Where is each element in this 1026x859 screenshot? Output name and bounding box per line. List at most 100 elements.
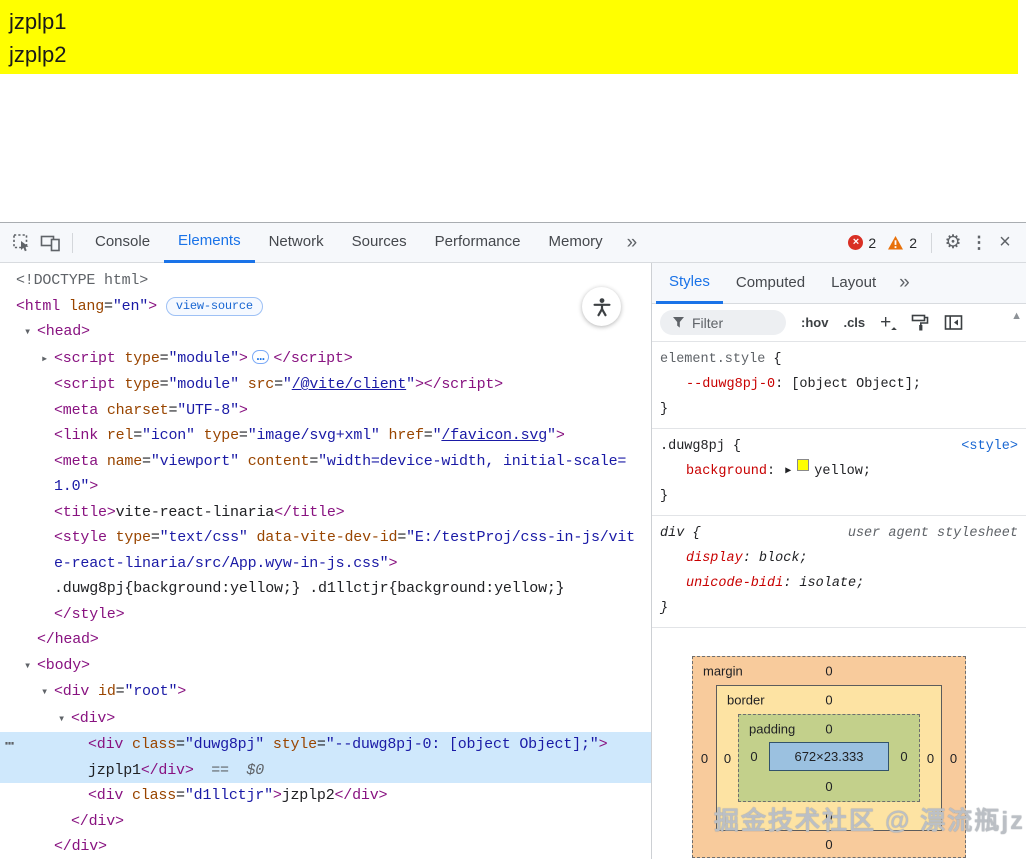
rule-selector[interactable]: .duwg8pj — [660, 434, 725, 459]
element-classes-toggle[interactable]: .cls — [843, 315, 865, 330]
more-options-icon[interactable]: ⋮ — [966, 230, 992, 256]
stylesheet-source-link[interactable]: <style> — [961, 434, 1018, 459]
code-line[interactable]: </div> — [0, 834, 651, 859]
devtools-window: Console Elements Network Sources Perform… — [0, 222, 1026, 859]
toggle-sidebar-icon[interactable] — [944, 314, 963, 331]
tab-elements[interactable]: Elements — [164, 223, 255, 263]
property-value[interactable]: : isolate; — [783, 571, 864, 596]
property-name[interactable]: background — [686, 459, 767, 484]
code-token: </script> — [273, 350, 352, 367]
settings-gear-icon[interactable]: ⚙ — [940, 230, 966, 256]
inline-expand-button[interactable]: … — [252, 350, 270, 364]
code-line[interactable]: <style type="text/css" data-vite-dev-id=… — [0, 525, 651, 551]
border-bottom-value[interactable]: 0 — [825, 809, 832, 824]
warning-icon[interactable] — [887, 235, 904, 251]
view-source-badge[interactable]: view-source — [166, 297, 263, 316]
padding-label: padding — [749, 721, 795, 736]
rule-selector[interactable]: element.style — [660, 347, 765, 372]
border-top-value[interactable]: 0 — [825, 693, 832, 708]
box-model-content[interactable]: 672×23.333 — [769, 742, 889, 771]
code-line[interactable]: <link rel="icon" type="image/svg+xml" hr… — [0, 423, 651, 449]
code-line[interactable]: ▾<head> — [0, 319, 651, 346]
code-line[interactable]: <!DOCTYPE html> — [0, 268, 651, 294]
expand-value-arrow-icon[interactable]: ▶ — [785, 459, 791, 484]
pseudo-state-toggle[interactable]: :hov — [801, 315, 828, 330]
color-swatch[interactable] — [797, 459, 809, 471]
property-name[interactable]: --duwg8pj-0 — [686, 372, 775, 397]
code-line[interactable]: <meta charset="UTF-8"> — [0, 398, 651, 424]
code-line[interactable]: </head> — [0, 627, 651, 653]
code-line[interactable]: ▾<div id="root"> — [0, 679, 651, 706]
padding-left-value[interactable]: 0 — [739, 749, 769, 764]
tab-styles[interactable]: Styles — [656, 263, 723, 304]
code-token: </div> — [54, 838, 107, 855]
code-line[interactable]: <div class="d1llctjr">jzplp2</div> — [0, 783, 651, 809]
styles-sidebar-tabs: Styles Computed Layout » — [652, 263, 1026, 304]
code-line[interactable]: </div> — [0, 809, 651, 835]
property-value[interactable]: : block; — [743, 546, 808, 571]
code-line[interactable]: ▾<div> — [0, 706, 651, 733]
code-line[interactable]: .duwg8pj{background:yellow;} .d1llctjr{b… — [0, 576, 651, 602]
property-value[interactable]: yellow; — [814, 459, 871, 484]
code-line[interactable]: jzplp1</div> == $0 — [0, 758, 651, 784]
rule-selector[interactable]: div — [660, 521, 684, 546]
margin-top-value[interactable]: 0 — [825, 664, 832, 679]
code-token: </div> — [141, 762, 194, 779]
code-line[interactable]: <html lang="en">view-source — [0, 294, 651, 320]
padding-top-value[interactable]: 0 — [825, 721, 832, 736]
code-line[interactable]: ▾<body> — [0, 653, 651, 680]
tab-network[interactable]: Network — [255, 223, 338, 263]
line-overflow-menu-icon[interactable]: ⋯ — [5, 732, 14, 758]
error-icon[interactable]: × — [848, 235, 863, 250]
twisty-collapsed-icon[interactable]: ▸ — [41, 347, 54, 373]
padding-right-value[interactable]: 0 — [889, 749, 919, 764]
styles-toolbar: Filter :hov .cls + — [652, 304, 1026, 342]
accessibility-floating-button[interactable] — [582, 287, 621, 326]
box-model-border[interactable]: border 0 0 padding 0 — [716, 685, 942, 831]
box-model-margin[interactable]: margin 0 0 border 0 0 — [692, 656, 966, 858]
property-name[interactable]: unicode-bidi — [686, 571, 783, 596]
tab-memory[interactable]: Memory — [535, 223, 617, 263]
margin-right-value[interactable]: 0 — [942, 751, 965, 766]
tab-computed[interactable]: Computed — [723, 263, 818, 304]
code-line[interactable]: ▸<script type="module">…</script> — [0, 346, 651, 373]
code-token: <div — [88, 787, 123, 804]
code-line[interactable]: <script type="module" src="/@vite/client… — [0, 372, 651, 398]
code-line[interactable]: </style> — [0, 602, 651, 628]
code-line[interactable]: <title>vite-react-linaria</title> — [0, 500, 651, 526]
tab-performance[interactable]: Performance — [421, 223, 535, 263]
scrollbar-up-icon[interactable]: ▲ — [1011, 310, 1022, 322]
twisty-expanded-icon[interactable]: ▾ — [41, 680, 54, 706]
new-style-rule-button[interactable]: + — [880, 312, 896, 334]
code-line[interactable]: e-react-linaria/src/App.wyw-in-js.css"> — [0, 551, 651, 577]
twisty-expanded-icon[interactable]: ▾ — [24, 654, 37, 680]
styles-filter-input[interactable]: Filter — [660, 310, 786, 335]
code-line[interactable]: 1.0"> — [0, 474, 651, 500]
padding-bottom-value[interactable]: 0 — [825, 779, 832, 794]
code-line[interactable]: <meta name="viewport" content="width=dev… — [0, 449, 651, 475]
error-count[interactable]: 2 — [868, 235, 876, 251]
code-token: class — [132, 736, 176, 753]
device-toolbar-icon[interactable] — [36, 229, 64, 257]
tab-layout[interactable]: Layout — [818, 263, 889, 304]
twisty-expanded-icon[interactable]: ▾ — [58, 707, 71, 733]
box-model-padding[interactable]: padding 0 0 672×23.333 0 0 — [738, 714, 920, 802]
more-tabs-icon[interactable]: » — [617, 232, 648, 254]
paint-format-icon[interactable] — [911, 314, 929, 331]
twisty-expanded-icon[interactable]: ▾ — [24, 320, 37, 346]
border-left-value[interactable]: 0 — [717, 751, 738, 766]
margin-bottom-value[interactable]: 0 — [825, 837, 832, 852]
inspect-element-icon[interactable] — [8, 229, 36, 257]
border-right-value[interactable]: 0 — [920, 751, 941, 766]
close-devtools-icon[interactable]: × — [992, 230, 1018, 256]
code-line[interactable]: ⋯<div class="duwg8pj" style="--duwg8pj-0… — [0, 732, 651, 758]
rule-close: } — [652, 484, 1026, 509]
warning-count[interactable]: 2 — [909, 235, 917, 251]
more-sidebar-tabs-icon[interactable]: » — [889, 272, 920, 294]
property-name[interactable]: display — [686, 546, 743, 571]
tab-console[interactable]: Console — [81, 223, 164, 263]
property-value[interactable]: : [object Object]; — [775, 372, 921, 397]
code-token: <!DOCTYPE html> — [16, 272, 148, 289]
margin-left-value[interactable]: 0 — [693, 751, 716, 766]
tab-sources[interactable]: Sources — [338, 223, 421, 263]
